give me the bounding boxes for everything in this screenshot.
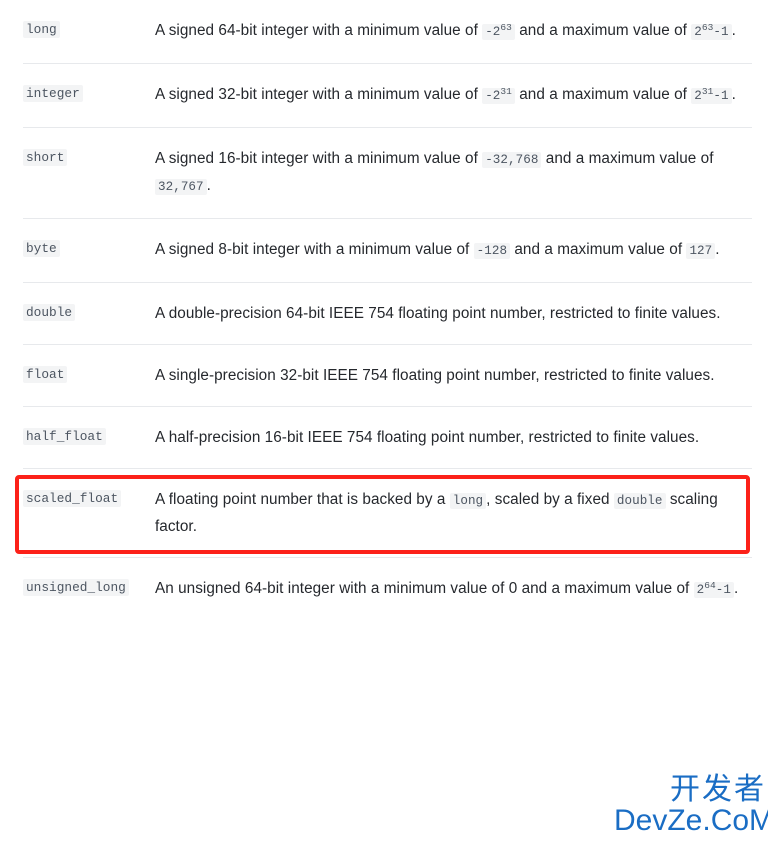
table-row-cells: short A signed 16-bit integer with a mini… <box>23 127 752 218</box>
datatype-name-code: byte <box>23 240 60 257</box>
description-text: A double-precision 64-bit IEEE 754 float… <box>155 305 721 322</box>
description-text: . <box>206 177 211 194</box>
table-row: float A single-precision 32-bit IEEE 754 … <box>0 344 768 406</box>
datatype-description-cell: A single-precision 32-bit IEEE 754 float… <box>155 363 752 388</box>
datatype-name-cell: long <box>23 18 155 38</box>
datatype-name-code: short <box>23 149 68 166</box>
datatype-name-cell: integer <box>23 82 155 102</box>
datatype-description-cell: A signed 8-bit integer with a minimum va… <box>155 237 752 264</box>
datatype-name-cell: byte <box>23 237 155 257</box>
code-power-exponent: 63 <box>500 21 512 33</box>
table-row: unsigned_long An unsigned 64-bit integer … <box>0 557 768 621</box>
inline-code-chip-power: 231-1 <box>691 85 732 104</box>
table-row-cells: long A signed 64-bit integer with a minim… <box>23 0 752 63</box>
datatype-name-cell: scaled_float <box>23 487 155 507</box>
inline-code-chip: double <box>613 493 666 509</box>
description-text: , scaled by a fixed <box>486 491 614 508</box>
inline-code-chip-power: -263 <box>482 21 515 40</box>
table-row: byte A signed 8-bit integer with a minimu… <box>0 218 768 282</box>
code-power-base: 2 <box>694 25 702 39</box>
code-power-exponent: 31 <box>701 85 714 97</box>
code-power-exponent: 63 <box>701 21 714 33</box>
inline-code-chip-power: 264-1 <box>693 579 734 598</box>
datatype-description-cell: A double-precision 64-bit IEEE 754 float… <box>155 301 752 326</box>
description-text: A single-precision 32-bit IEEE 754 float… <box>155 367 715 384</box>
table-row-cells: unsigned_long An unsigned 64-bit integer … <box>23 557 752 621</box>
inline-code-chip: long <box>449 493 487 509</box>
table-row: half_float A half-precision 16-bit IEEE 7… <box>0 406 768 468</box>
watermark-domain-text: DevZe.CoM <box>614 804 768 837</box>
datatype-name-cell: double <box>23 301 155 321</box>
description-text: and a maximum value of <box>541 150 714 167</box>
description-text: and a maximum value of <box>510 241 687 258</box>
table-row: integer A signed 32-bit integer with a mi… <box>0 63 768 127</box>
datatype-name-cell: unsigned_long <box>23 576 155 596</box>
watermark-cn-text: 开发者 <box>670 772 766 807</box>
inline-code-chip: 32,767 <box>155 179 207 195</box>
table-row: double A double-precision 64-bit IEEE 754… <box>0 282 768 344</box>
datatype-description-cell: A floating point number that is backed b… <box>155 487 752 539</box>
code-power-tail: -1 <box>713 89 729 103</box>
description-text: A signed 16-bit integer with a minimum v… <box>155 150 483 167</box>
datatype-name-code: long <box>23 21 60 38</box>
datatype-name-cell: half_float <box>23 425 155 445</box>
datatype-description-cell: A half-precision 16-bit IEEE 754 floatin… <box>155 425 752 450</box>
inline-code-chip: 127 <box>686 243 716 259</box>
datatype-name-code: float <box>23 366 68 383</box>
description-text: . <box>733 580 739 597</box>
table-row-cells: half_float A half-precision 16-bit IEEE 7… <box>23 406 752 468</box>
description-text: . <box>715 241 720 258</box>
inline-code-chip: -128 <box>473 243 511 259</box>
table-row: short A signed 16-bit integer with a mini… <box>0 127 768 218</box>
table-row-cells: integer A signed 32-bit integer with a mi… <box>23 63 752 127</box>
code-power-tail: -1 <box>713 25 729 39</box>
inline-code-chip-power: 263-1 <box>691 21 732 40</box>
description-text: A signed 8-bit integer with a minimum va… <box>155 241 474 258</box>
description-text: . <box>731 22 736 39</box>
code-power-exponent: 31 <box>500 85 512 97</box>
datatype-description-cell: A signed 32-bit integer with a minimum v… <box>155 82 752 109</box>
datatype-name-code: half_float <box>23 428 106 445</box>
datatypes-table: long A signed 64-bit integer with a minim… <box>0 0 768 621</box>
datatype-name-code: unsigned_long <box>23 579 129 596</box>
datatype-description-cell: A signed 64-bit integer with a minimum v… <box>155 18 752 45</box>
inline-code-chip: -32,768 <box>482 152 542 168</box>
datatype-name-cell: short <box>23 146 155 166</box>
description-text: A floating point number that is backed b… <box>155 491 450 508</box>
inline-code-chip-power: -231 <box>482 85 515 104</box>
table-row: long A signed 64-bit integer with a minim… <box>0 0 768 63</box>
description-text: An unsigned 64-bit integer with a minimu… <box>155 580 694 597</box>
description-text: and a maximum value of <box>514 86 692 103</box>
code-power-exponent: 64 <box>704 579 716 591</box>
table-row-cells: byte A signed 8-bit integer with a minimu… <box>23 218 752 282</box>
site-watermark: 开发者 DevZe.CoM <box>614 772 768 837</box>
description-text: and a maximum value of <box>514 22 692 39</box>
code-power-tail: -1 <box>715 583 731 597</box>
table-row-cells: double A double-precision 64-bit IEEE 754… <box>23 282 752 344</box>
table-row-cells: scaled_float A floating point number that… <box>23 468 752 557</box>
datatypes-table-page: long A signed 64-bit integer with a minim… <box>0 0 768 844</box>
code-power-base: -2 <box>485 89 501 103</box>
code-power-base: -2 <box>485 25 501 39</box>
description-text: A signed 64-bit integer with a minimum v… <box>155 22 483 39</box>
description-text: A signed 32-bit integer with a minimum v… <box>155 86 483 103</box>
datatype-name-code: double <box>23 304 76 321</box>
table-row-cells: float A single-precision 32-bit IEEE 754 … <box>23 344 752 406</box>
description-text: A half-precision 16-bit IEEE 754 floatin… <box>155 429 700 446</box>
description-text: . <box>731 86 736 103</box>
datatype-name-code: scaled_float <box>23 490 122 507</box>
datatype-description-cell: A signed 16-bit integer with a minimum v… <box>155 146 752 200</box>
datatype-name-cell: float <box>23 363 155 383</box>
table-row: scaled_float A floating point number that… <box>0 468 768 557</box>
code-power-base: 2 <box>694 89 702 103</box>
datatype-name-code: integer <box>23 85 83 102</box>
datatype-description-cell: An unsigned 64-bit integer with a minimu… <box>155 576 752 603</box>
